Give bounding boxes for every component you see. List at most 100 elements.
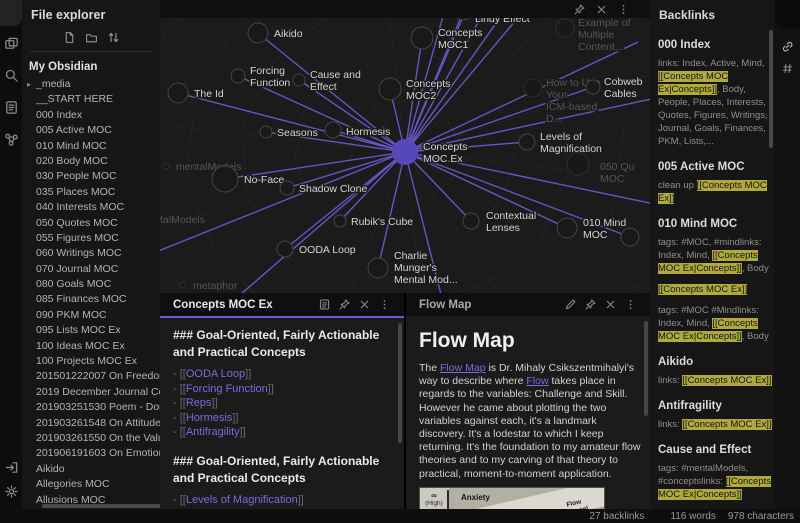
graph-node[interactable] — [567, 153, 589, 175]
close-icon[interactable] — [604, 298, 617, 311]
file-tree-item[interactable]: 050 Quotes MOC — [22, 216, 160, 231]
backlink-file-heading[interactable]: Cause and Effect — [658, 444, 778, 456]
tags-hash-icon[interactable] — [781, 62, 794, 75]
file-tree-item[interactable]: 060 Writings MOC — [22, 246, 160, 261]
backlink-snippet[interactable]: tags: #MOC #Mindlinks: Index, Mind, [[Co… — [658, 304, 778, 343]
more-options-icon[interactable] — [378, 298, 391, 311]
note-icon[interactable] — [4, 100, 19, 115]
file-tree-item[interactable]: 201903261550 On the Value of T — [22, 431, 160, 446]
graph-node[interactable] — [556, 19, 574, 37]
graph-node[interactable] — [325, 122, 341, 138]
backlink-snippet[interactable]: clean up [[Concepts MOC Ex]] — [658, 179, 778, 205]
close-icon[interactable] — [595, 3, 608, 16]
file-tree-item[interactable]: 201903261548 On Attitude - Tec — [22, 416, 160, 431]
concepts-pane-title[interactable]: Concepts MOC Ex — [173, 299, 311, 311]
file-tree-item[interactable]: 070 Journal MOC — [22, 262, 160, 277]
backlink-file-heading[interactable]: 010 Mind MOC — [658, 218, 778, 230]
close-icon[interactable] — [358, 298, 371, 311]
file-tree-item[interactable]: 010 Mind MOC — [22, 139, 160, 154]
reading-view-icon[interactable] — [318, 298, 331, 311]
graph-node[interactable] — [277, 241, 293, 257]
more-options-icon[interactable] — [617, 3, 630, 16]
backlinks-scrollbar[interactable] — [769, 30, 773, 148]
internal-link[interactable]: Reps — [186, 397, 212, 409]
graph-node[interactable] — [260, 126, 272, 138]
graph-node[interactable] — [280, 181, 294, 195]
internal-link[interactable]: Hormesis — [186, 412, 232, 424]
graph-node[interactable] — [586, 80, 600, 94]
backlink-snippet[interactable]: tags: #MOC, #mindlinks: Index, Mind, [[C… — [658, 236, 778, 275]
file-tree-item[interactable]: 095 Lists MOC Ex — [22, 323, 160, 338]
scrollbar[interactable] — [398, 323, 402, 443]
graph-node[interactable] — [519, 134, 535, 150]
file-tree-item[interactable]: 100 Projects MOC Ex — [22, 354, 160, 369]
graph-node[interactable] — [524, 79, 542, 97]
settings-gear-icon[interactable] — [4, 484, 19, 499]
file-tree-folder[interactable]: ▸_media — [22, 77, 160, 92]
edit-pencil-icon[interactable] — [564, 298, 577, 311]
backlink-snippet[interactable]: tags: #mentalModels, #conceptslinks: [[C… — [658, 462, 778, 501]
graph-view-icon[interactable] — [4, 132, 19, 147]
file-tree-item[interactable]: Aikido — [22, 462, 160, 477]
graph-node[interactable] — [621, 228, 639, 246]
backlink-file-heading[interactable]: 005 Active MOC — [658, 161, 778, 173]
internal-link[interactable]: Antifragility — [186, 426, 240, 438]
sort-icon[interactable] — [107, 31, 120, 44]
file-explorer-horizontal-scrollbar[interactable] — [42, 504, 160, 508]
file-tree-item[interactable]: 020 Body MOC — [22, 154, 160, 169]
backlinks-link-icon[interactable] — [781, 40, 794, 53]
card-switcher-icon[interactable] — [4, 36, 19, 51]
file-tree-item[interactable]: Allegories MOC — [22, 477, 160, 492]
pin-icon[interactable] — [338, 298, 351, 311]
graph-node[interactable] — [180, 282, 186, 288]
graph-node[interactable] — [557, 218, 577, 238]
graph-node[interactable] — [411, 27, 433, 49]
graph-node[interactable] — [212, 166, 238, 192]
internal-link[interactable]: Flow — [526, 375, 548, 387]
open-vault-icon[interactable] — [4, 460, 19, 475]
file-tree-item[interactable]: 085 Finances MOC — [22, 292, 160, 307]
backlink-snippet[interactable]: links: [[Concepts MOC Ex]] — [658, 374, 778, 387]
internal-link[interactable]: Levels of Magnification — [186, 494, 298, 506]
file-tree-item[interactable]: 055 Figures MOC — [22, 231, 160, 246]
markdown-editor[interactable]: ### Goal-Oriented, Fairly Actionable and… — [160, 318, 404, 509]
file-tree-item[interactable]: 201906191603 On Emotional Agi — [22, 446, 160, 461]
file-tree-item[interactable]: 000 Index — [22, 108, 160, 123]
file-tree-item[interactable]: 100 Ideas MOC Ex — [22, 339, 160, 354]
graph-node[interactable] — [248, 23, 268, 43]
graph-node[interactable] — [163, 163, 169, 169]
graph-node[interactable] — [392, 139, 418, 165]
internal-link[interactable]: OODA Loop — [186, 368, 245, 380]
file-tree-item[interactable]: 030 People MOC — [22, 169, 160, 184]
backlink-file-heading[interactable]: Antifragility — [658, 400, 778, 412]
search-icon[interactable] — [4, 68, 19, 83]
backlink-snippet[interactable]: links: [[Concepts MOC Ex]] — [658, 418, 778, 431]
internal-link[interactable]: Flow Map — [440, 362, 486, 374]
flow-pane-title[interactable]: Flow Map — [419, 299, 557, 311]
internal-link[interactable]: Forcing Function — [186, 383, 268, 395]
graph-node[interactable] — [293, 74, 305, 86]
scrollbar[interactable] — [644, 321, 648, 416]
graph-node[interactable] — [168, 83, 188, 103]
file-tree-item[interactable]: __START HERE — [22, 92, 160, 107]
graph-view[interactable]: Lindy EffectAikidoConceptsMOC1Example of… — [160, 0, 650, 293]
file-tree-item[interactable]: 2019 December Journal Compila — [22, 385, 160, 400]
backlink-file-heading[interactable]: Aikido — [658, 356, 778, 368]
backlink-snippet[interactable]: [[Concepts MOC Ex]] — [658, 283, 778, 296]
file-tree-item[interactable]: 040 Interests MOC — [22, 200, 160, 215]
backlink-file-heading[interactable]: 000 Index — [658, 39, 778, 51]
more-options-icon[interactable] — [624, 298, 637, 311]
file-tree-item[interactable]: 201903251530 Poem - Don't Qui — [22, 400, 160, 415]
graph-node[interactable] — [463, 213, 479, 229]
graph-node[interactable] — [231, 69, 245, 83]
pin-icon[interactable] — [584, 298, 597, 311]
new-file-icon[interactable] — [63, 31, 76, 44]
graph-node[interactable] — [334, 215, 346, 227]
file-tree-item[interactable]: 201501222007 On Freedom - Nic — [22, 369, 160, 384]
pin-icon[interactable] — [573, 3, 586, 16]
new-folder-icon[interactable] — [85, 31, 98, 44]
backlink-snippet[interactable]: links: Index, Active, Mind, [[Concepts M… — [658, 57, 778, 148]
file-tree-item[interactable]: 035 Places MOC — [22, 185, 160, 200]
file-tree-item[interactable]: 005 Active MOC — [22, 123, 160, 138]
file-tree-item[interactable]: 090 PKM MOC — [22, 308, 160, 323]
